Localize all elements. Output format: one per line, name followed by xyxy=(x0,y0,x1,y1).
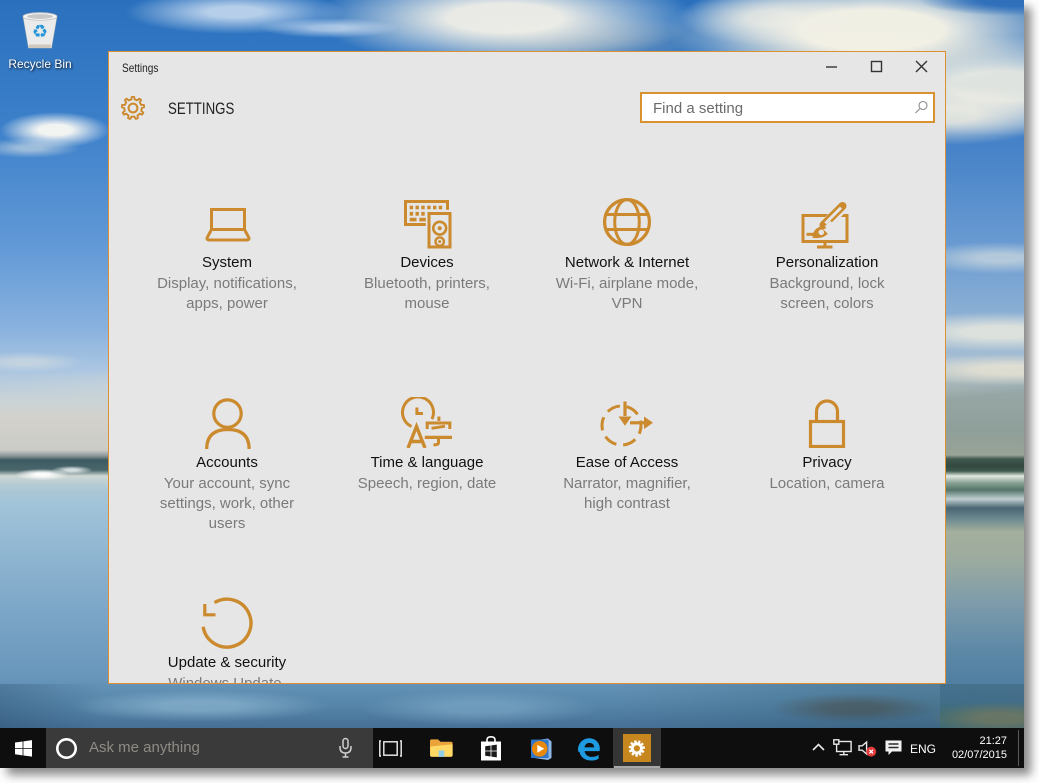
svg-text:♻: ♻ xyxy=(32,22,48,42)
